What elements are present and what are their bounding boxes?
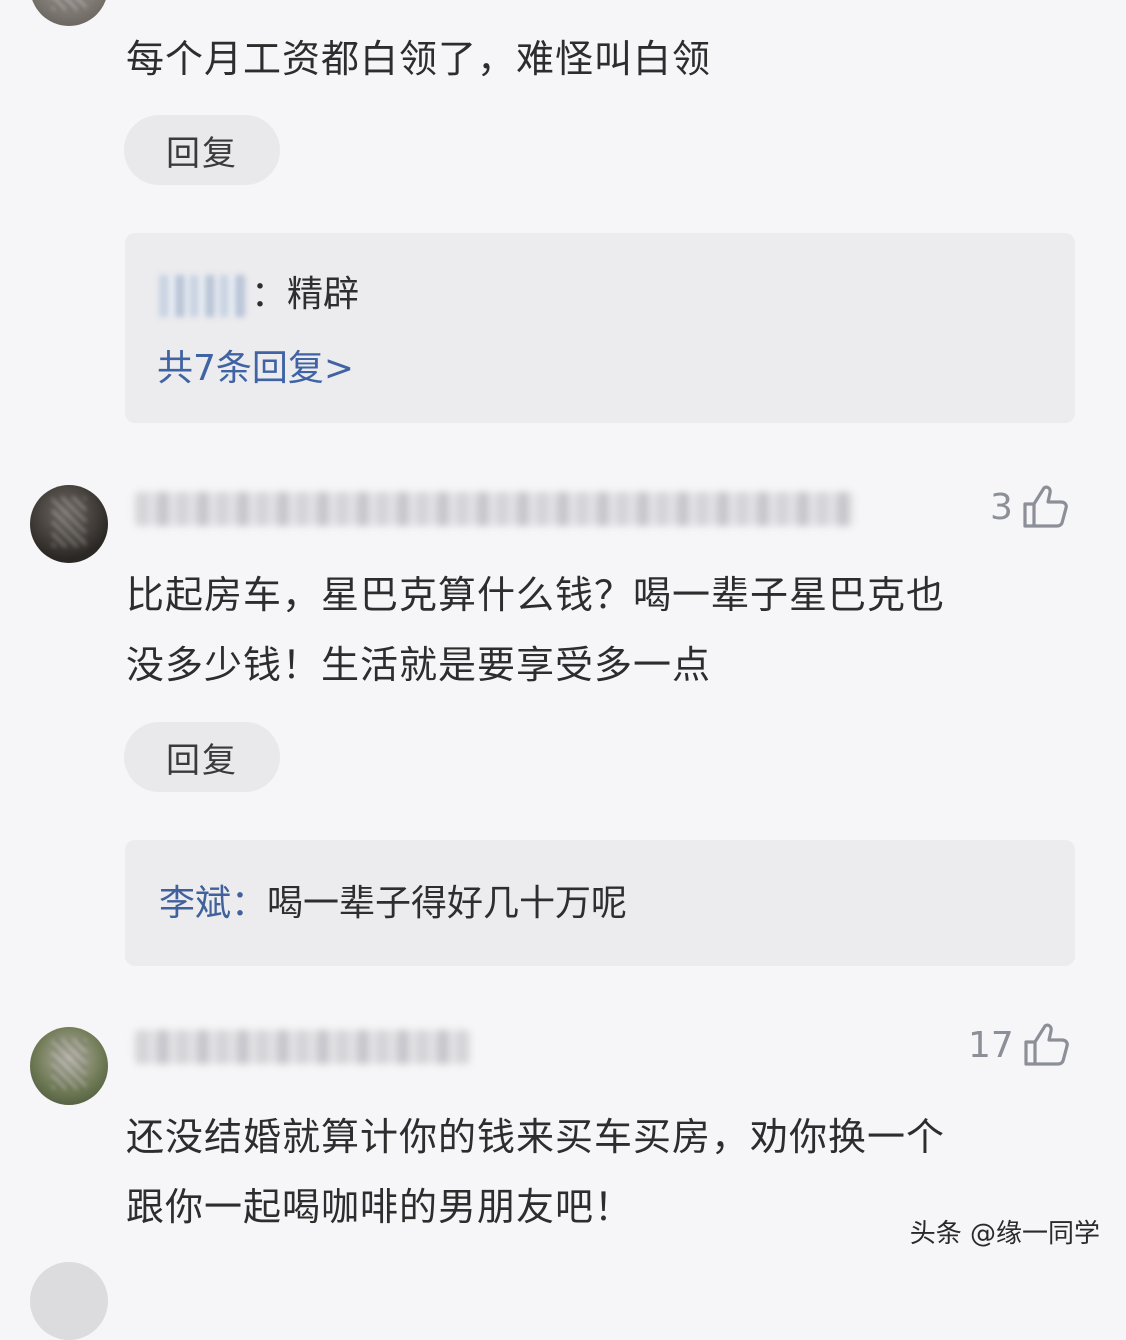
like-button[interactable]: 3 [990,484,1069,530]
reply-item: ：精辟 [159,265,359,317]
blurred-username [159,275,245,317]
reply-button[interactable]: 回复 [124,115,280,185]
like-button[interactable]: 17 [968,1022,1070,1068]
like-count: 17 [968,1024,1014,1066]
reply-item: 李斌：喝一辈子得好几十万呢 [159,874,627,926]
comment-text: 每个月工资都白领了，难怪叫白领 [126,37,712,81]
comment-text-line: 还没结婚就算计你的钱来买车买房，劝你换一个 [126,1115,946,1159]
thumbs-up-icon [1024,1023,1069,1066]
comment-text-line: 比起房车，星巴克算什么钱？喝一辈子星巴克也 [126,573,946,617]
avatar[interactable] [30,1262,108,1340]
reply-box[interactable]: ：精辟 共7条回复> [125,233,1075,423]
reply-text: 喝一辈子得好几十万呢 [267,883,628,924]
avatar[interactable] [30,485,108,563]
blurred-username [135,492,855,526]
reply-box[interactable]: 李斌：喝一辈子得好几十万呢 [125,840,1075,966]
watermark: 头条 @缘一同学 [909,1219,1100,1249]
comment-text-line: 没多少钱！生活就是要享受多一点 [126,643,712,687]
avatar[interactable] [30,1027,108,1105]
reply-author[interactable]: 李斌： [159,883,267,924]
blurred-username [135,1030,470,1064]
comment-text-line: 跟你一起喝咖啡的男朋友吧！ [126,1185,634,1229]
like-count: 3 [990,486,1013,528]
thumbs-up-icon [1023,485,1068,528]
avatar[interactable] [30,0,108,26]
view-more-replies-link[interactable]: 共7条回复> [157,339,354,391]
reply-button[interactable]: 回复 [124,722,280,792]
avatar-image [52,0,86,10]
avatar-image [52,1039,86,1089]
reply-text: ：精辟 [251,274,360,315]
avatar-image [52,497,86,547]
